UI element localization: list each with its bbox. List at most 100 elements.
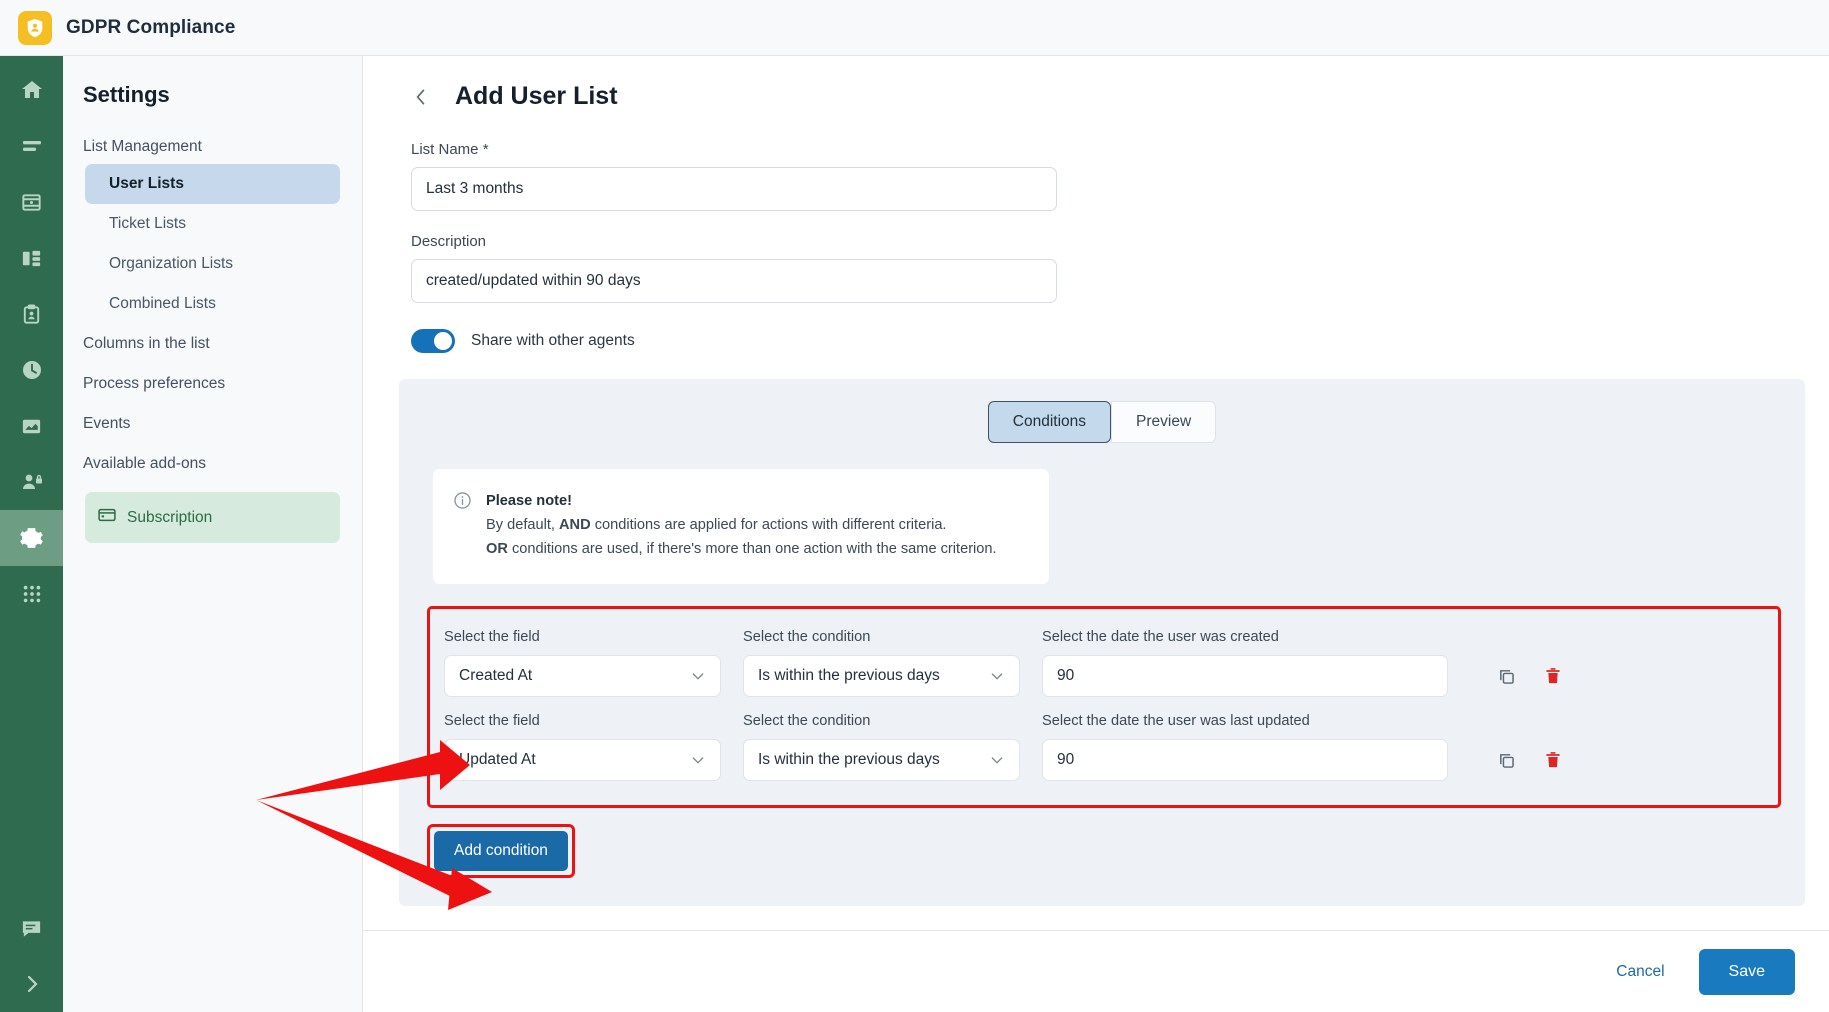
settings-nav: Settings List Management User Lists Tick…	[63, 56, 363, 1012]
condition-field-label: Select the field	[444, 712, 540, 729]
back-button[interactable]	[411, 87, 431, 107]
top-bar: GDPR Compliance	[0, 0, 1829, 56]
rail-item-privacy[interactable]	[0, 454, 63, 510]
sidebar-item-subscription[interactable]: Subscription	[85, 492, 340, 543]
condition-value-col: Select the date the user was created	[1042, 629, 1448, 697]
description-label: Description	[411, 233, 487, 250]
rail-item-organizations[interactable]	[0, 230, 63, 286]
share-toggle-row: Share with other agents	[411, 329, 1829, 353]
sidebar-item-combined-lists[interactable]: Combined Lists	[85, 284, 340, 324]
sidebar-item-available-add-ons[interactable]: Available add-ons	[63, 444, 362, 484]
condition-value-input[interactable]	[1042, 654, 1448, 697]
list-icon	[20, 134, 44, 158]
note-line2-post: conditions are used, if there's more tha…	[507, 541, 997, 558]
app-body: Settings List Management User Lists Tick…	[0, 56, 1829, 1012]
credit-card-icon	[97, 505, 117, 530]
share-toggle-label: Share with other agents	[471, 332, 635, 349]
conditions-rows-highlight: Select the field Created At Select the c…	[427, 605, 1781, 808]
trash-icon[interactable]	[1543, 750, 1563, 770]
condition-field-select[interactable]: Created At	[444, 654, 721, 697]
condition-value-input[interactable]	[1042, 738, 1448, 781]
chevron-down-icon	[690, 668, 706, 684]
condition-operator-value: Is within the previous days	[758, 666, 940, 684]
toggle-knob	[434, 332, 452, 350]
note-line1-post: conditions are applied for actions with …	[590, 517, 947, 534]
page-header: Add User List	[363, 56, 1829, 111]
info-note-line2: OR conditions are used, if there's more …	[486, 537, 997, 561]
note-line1-pre: By default,	[486, 517, 560, 534]
conditions-tabs: Conditions Preview	[423, 401, 1781, 443]
app-title: GDPR Compliance	[66, 16, 236, 38]
clock-icon	[20, 358, 44, 382]
condition-value-col: Select the date the user was last update…	[1042, 713, 1448, 781]
condition-field-col: Select the field Created At	[444, 629, 721, 697]
sidebar-item-organization-lists[interactable]: Organization Lists	[85, 244, 340, 284]
chat-icon	[20, 917, 43, 940]
rail-item-settings[interactable]	[0, 510, 63, 566]
main-panel: Add User List List Name * Description Sh…	[363, 56, 1829, 1012]
sidebar-item-process-preferences[interactable]: Process preferences	[63, 364, 362, 404]
clipboard-user-icon	[20, 303, 43, 326]
info-note-line1: By default, AND conditions are applied f…	[486, 513, 997, 537]
share-with-agents-toggle[interactable]	[411, 329, 455, 353]
sidebar-item-subscription-label: Subscription	[127, 508, 213, 526]
list-name-input[interactable]	[411, 167, 1057, 211]
condition-operator-select[interactable]: Is within the previous days	[743, 654, 1020, 697]
rail-item-history[interactable]	[0, 342, 63, 398]
list-form: List Name * Description Share with other…	[363, 111, 1829, 353]
condition-value-label: Select the date the user was last update…	[1042, 712, 1310, 729]
copy-icon[interactable]	[1496, 750, 1517, 771]
rail-item-home[interactable]	[0, 62, 63, 118]
save-button[interactable]: Save	[1698, 948, 1795, 995]
form-gap	[411, 211, 1829, 233]
condition-operator-select[interactable]: Is within the previous days	[743, 738, 1020, 781]
nav-group-list-management: List Management	[83, 138, 202, 155]
trash-icon[interactable]	[1543, 666, 1563, 686]
condition-operator-value: Is within the previous days	[758, 750, 940, 768]
condition-row: Select the field Updated At Select the c…	[444, 707, 1768, 791]
description-input[interactable]	[411, 259, 1057, 303]
sidebar-item-user-lists[interactable]: User Lists	[85, 164, 340, 204]
condition-row: Select the field Created At Select the c…	[444, 623, 1768, 707]
note-line2-bold: OR	[486, 541, 508, 558]
chart-icon	[20, 415, 43, 438]
rail-item-database[interactable]	[0, 174, 63, 230]
condition-row-actions	[1496, 666, 1563, 687]
user-lock-icon	[20, 470, 44, 494]
rail-item-expand[interactable]	[0, 956, 63, 1012]
chevron-down-icon	[989, 668, 1005, 684]
copy-icon[interactable]	[1496, 666, 1517, 687]
info-note-title: Please note!	[486, 493, 572, 509]
add-condition-button[interactable]: Add condition	[434, 830, 568, 871]
shield-user-icon	[24, 17, 46, 39]
condition-field-select[interactable]: Updated At	[444, 738, 721, 781]
condition-operator-label: Select the condition	[743, 628, 871, 645]
condition-operator-label: Select the condition	[743, 712, 871, 729]
tab-conditions[interactable]: Conditions	[987, 401, 1112, 443]
condition-field-value: Updated At	[459, 750, 536, 768]
settings-title: Settings	[83, 82, 170, 107]
condition-operator-col: Select the condition Is within the previ…	[743, 629, 1020, 697]
sidebar-item-columns-in-the-list[interactable]: Columns in the list	[63, 324, 362, 364]
sidebar-item-events[interactable]: Events	[63, 404, 362, 444]
rail-item-chat[interactable]	[0, 900, 63, 956]
add-condition-highlight: Add condition	[427, 823, 575, 878]
icon-rail	[0, 56, 63, 1012]
rail-item-reports[interactable]	[0, 398, 63, 454]
main-scroll-area: Add User List List Name * Description Sh…	[363, 56, 1829, 930]
chevron-right-icon	[20, 972, 44, 996]
info-icon	[453, 491, 472, 562]
database-icon	[20, 191, 43, 214]
chevron-down-icon	[989, 752, 1005, 768]
form-footer: Cancel Save	[363, 930, 1829, 1012]
cancel-button[interactable]: Cancel	[1616, 963, 1664, 981]
conditions-card: Conditions Preview Please note! By defau…	[399, 379, 1805, 906]
sidebar-item-ticket-lists[interactable]: Ticket Lists	[85, 204, 340, 244]
rail-item-lists[interactable]	[0, 118, 63, 174]
rail-item-apps[interactable]	[0, 566, 63, 622]
condition-row-actions	[1496, 750, 1563, 771]
rail-item-clipboard[interactable]	[0, 286, 63, 342]
note-line1-bold: AND	[559, 517, 591, 534]
tab-preview[interactable]: Preview	[1111, 401, 1217, 443]
apps-grid-icon	[21, 583, 43, 605]
